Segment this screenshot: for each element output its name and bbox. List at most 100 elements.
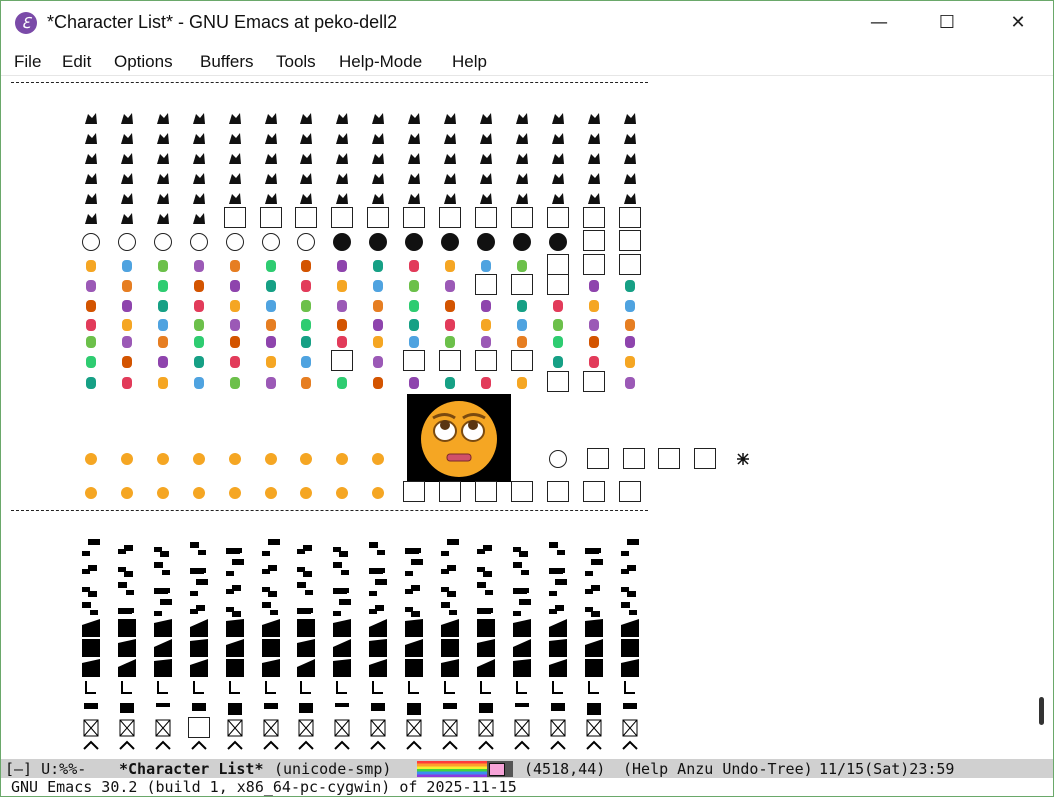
menu-options[interactable]: Options: [114, 52, 173, 72]
block-mosaic-glyph: [333, 539, 351, 557]
emoji-glyph: [585, 277, 603, 295]
block-mosaic-glyph: [585, 679, 603, 697]
maximize-button[interactable]: ☐: [924, 8, 970, 38]
block-mosaic-glyph: [333, 579, 351, 597]
symbol-glyph: [118, 150, 136, 168]
block-mosaic-glyph: [226, 699, 244, 717]
block-mosaic-glyph: [405, 619, 424, 637]
symbol-glyph: [226, 170, 244, 188]
block-mosaic-glyph: [441, 739, 459, 757]
modeline-major-mode[interactable]: (unicode-smp): [274, 760, 391, 778]
block-mosaic-glyph: [369, 579, 390, 597]
emoji-glyph: [405, 297, 423, 315]
block-mosaic-glyph: [189, 579, 210, 597]
emoji-glyph: [154, 353, 172, 371]
block-mosaic-glyph: [620, 619, 639, 637]
emoji-glyph: [190, 450, 208, 468]
emoji-glyph: [190, 353, 208, 371]
block-mosaic-glyph: [584, 579, 603, 597]
block-mosaic-glyph: [118, 739, 136, 757]
block-mosaic-glyph: [82, 719, 100, 737]
symbol-glyph: [585, 190, 603, 208]
character-list-buffer[interactable]: [1, 76, 1037, 759]
block-mosaic-glyph: [369, 699, 387, 717]
emoji-glyph: [118, 316, 136, 334]
vertical-scrollbar[interactable]: [1039, 76, 1051, 759]
symbol-glyph: [333, 110, 351, 128]
block-mosaic-glyph: [512, 599, 533, 617]
emoji-glyph: [82, 333, 100, 351]
symbol-glyph: [369, 110, 387, 128]
block-mosaic-glyph: [189, 619, 208, 637]
block-mosaic-glyph: [441, 719, 459, 737]
emoji-glyph: [118, 297, 136, 315]
emoji-glyph: [333, 374, 351, 392]
symbol-glyph: [585, 150, 603, 168]
emoji-glyph: [441, 374, 459, 392]
emacs-icon: ℇ: [15, 12, 37, 34]
missing-glyph-box: [582, 230, 605, 251]
block-mosaic-glyph: [549, 679, 567, 697]
block-mosaic-glyph: [189, 539, 208, 557]
emoji-glyph: [297, 257, 315, 275]
emoji-glyph: [262, 484, 280, 502]
block-mosaic-glyph: [549, 719, 567, 737]
block-mosaic-glyph: [369, 719, 387, 737]
menu-tools[interactable]: Tools: [276, 52, 316, 72]
block-mosaic-glyph: [225, 659, 244, 677]
block-mosaic-glyph: [117, 639, 136, 657]
scrollbar-thumb[interactable]: [1039, 697, 1044, 725]
modeline-datetime: 11/15(Sat)23:59: [819, 760, 955, 778]
xiangqi-piece-glyph: [189, 233, 208, 251]
block-mosaic-glyph: [117, 539, 136, 557]
block-mosaic-glyph: [225, 639, 244, 657]
symbol-glyph: [118, 190, 136, 208]
block-mosaic-glyph: [297, 719, 315, 737]
block-mosaic-glyph: [476, 539, 495, 557]
emoji-glyph: [369, 450, 387, 468]
emoji-glyph: [262, 353, 280, 371]
block-mosaic-glyph: [297, 639, 316, 657]
menu-help[interactable]: Help: [452, 52, 487, 72]
block-mosaic-glyph: [117, 659, 136, 677]
emoji-glyph: [621, 316, 639, 334]
emoji-glyph: [190, 257, 208, 275]
block-mosaic-glyph: [297, 699, 315, 717]
block-mosaic-glyph: [369, 599, 387, 617]
menu-buffers[interactable]: Buffers: [200, 52, 254, 72]
emoji-glyph: [82, 484, 100, 502]
menu-edit[interactable]: Edit: [62, 52, 91, 72]
block-mosaic-glyph: [117, 619, 136, 637]
block-mosaic-glyph: [549, 739, 567, 757]
emoji-glyph: [226, 277, 244, 295]
missing-glyph-box: [618, 481, 641, 502]
block-mosaic-glyph: [621, 699, 639, 717]
block-mosaic-glyph: [620, 559, 639, 577]
block-mosaic-glyph: [333, 599, 354, 617]
symbol-glyph: [262, 130, 280, 148]
minimize-button[interactable]: —: [856, 8, 902, 38]
symbol-glyph: [369, 130, 387, 148]
emoji-glyph: [369, 257, 387, 275]
close-button[interactable]: ✕: [995, 8, 1041, 38]
block-mosaic-glyph: [189, 559, 208, 577]
menu-file[interactable]: File: [14, 52, 41, 72]
emoji-glyph: [549, 333, 567, 351]
symbol-glyph: [297, 190, 315, 208]
block-mosaic-glyph: [333, 699, 351, 717]
block-mosaic-glyph: [261, 559, 280, 577]
modeline-buffer-name[interactable]: *Character List*: [119, 760, 264, 778]
emoji-glyph: [226, 333, 244, 351]
block-mosaic-glyph: [225, 539, 244, 557]
symbol-glyph: [585, 110, 603, 128]
symbol-glyph: [262, 150, 280, 168]
bug-glyph: [734, 450, 752, 468]
missing-glyph-box: [618, 207, 641, 228]
symbol-glyph: [549, 190, 567, 208]
menu-help-mode[interactable]: Help-Mode: [339, 52, 422, 72]
symbol-glyph: [154, 150, 172, 168]
modeline-minor-modes[interactable]: (Help Anzu Undo-Tree): [623, 760, 813, 778]
missing-glyph-box: [223, 207, 246, 228]
xiangqi-piece-glyph: [548, 233, 567, 251]
symbol-glyph: [190, 190, 208, 208]
